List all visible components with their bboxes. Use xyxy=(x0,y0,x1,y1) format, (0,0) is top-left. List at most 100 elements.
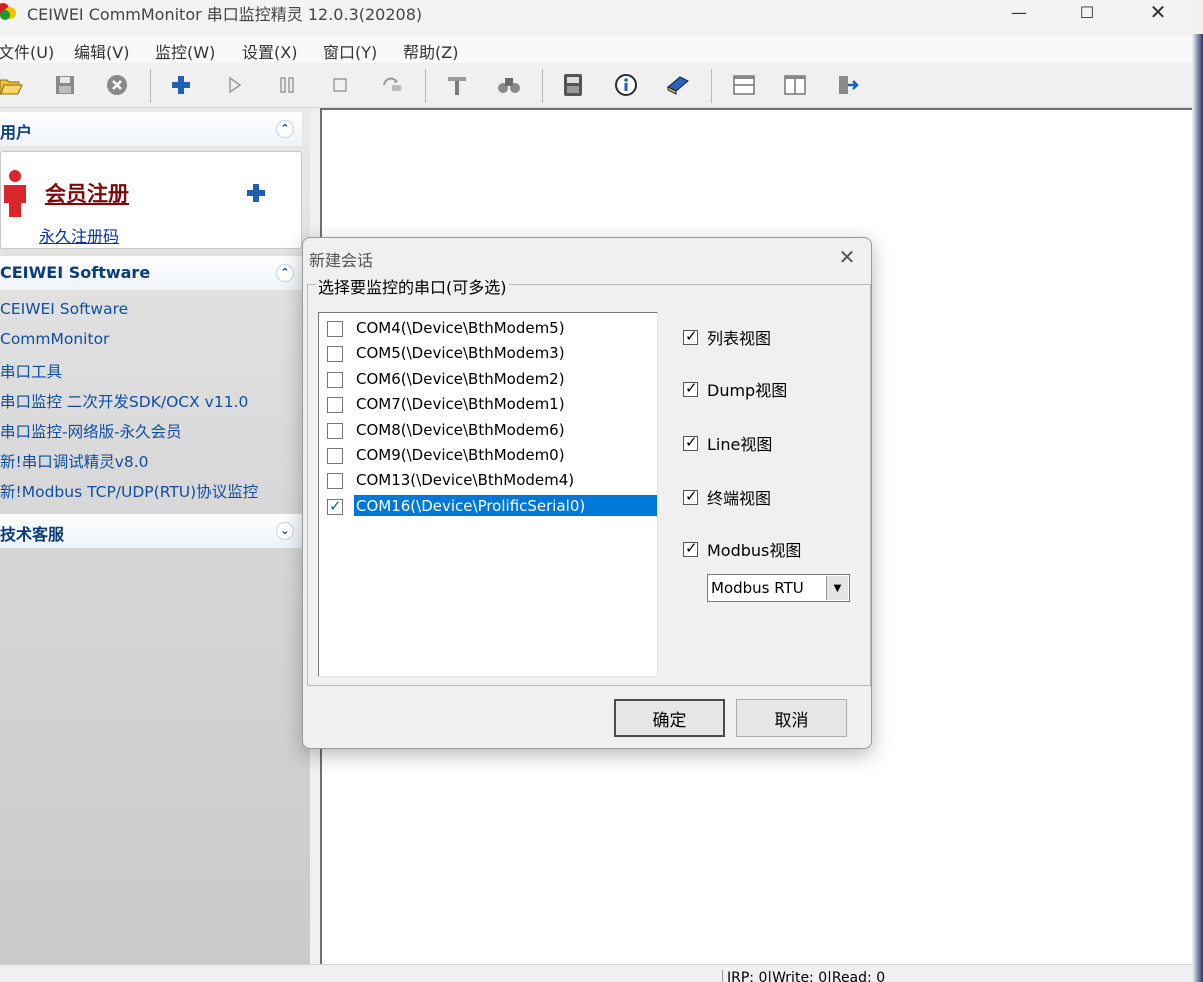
menu-file[interactable]: 文件(U) xyxy=(0,39,54,63)
menu-edit[interactable]: 编辑(V) xyxy=(74,39,129,63)
sidebar: 用户 ⌃ 会员注册 永久注册码 CEIWEI Software ⌃ CEIWEI… xyxy=(0,108,310,966)
port-checkbox[interactable] xyxy=(327,448,343,464)
port-checkbox[interactable] xyxy=(327,423,343,439)
view-label: 终端视图 xyxy=(707,489,772,508)
view-checkbox[interactable] xyxy=(683,487,698,505)
cancel-button[interactable]: 取消 xyxy=(736,699,847,737)
title-bar: CEIWEI CommMonitor 串口监控精灵 12.0.3(20208) … xyxy=(0,0,1192,34)
add-member-icon[interactable] xyxy=(245,182,267,204)
support-panel-header[interactable]: 技术客服 ⌄ xyxy=(0,514,302,548)
view-label: Dump视图 xyxy=(707,381,788,400)
port-label: COM4(\Device\BthModem5) xyxy=(356,319,565,337)
view-option-modbus[interactable]: Modbus视图 xyxy=(683,537,801,561)
collapse-up-icon[interactable]: ⌃ xyxy=(276,264,294,282)
close-window-button[interactable]: ✕ xyxy=(1135,0,1181,24)
software-panel-title: CEIWEI Software xyxy=(0,263,151,282)
sidebar-link-sdk[interactable]: 串口监控 二次开发SDK/OCX v11.0 xyxy=(0,390,248,412)
expand-down-icon[interactable]: ⌄ xyxy=(276,522,294,540)
port-item-selected[interactable]: COM16(\Device\ProlificSerial0) xyxy=(323,494,657,519)
view-checkbox[interactable] xyxy=(683,379,698,397)
calculator-icon[interactable] xyxy=(558,71,588,99)
port-item[interactable]: COM4(\Device\BthModem5) xyxy=(323,316,657,341)
view-checkbox[interactable] xyxy=(683,539,698,557)
menu-monitor[interactable]: 监控(W) xyxy=(155,39,215,63)
toolbar xyxy=(0,63,1192,108)
user-panel-title: 用户 xyxy=(0,123,33,142)
menu-help[interactable]: 帮助(Z) xyxy=(403,39,458,63)
port-item[interactable]: COM5(\Device\BthModem3) xyxy=(323,341,657,366)
view-checkbox[interactable] xyxy=(683,433,698,451)
collapse-up-icon[interactable]: ⌃ xyxy=(276,120,294,138)
sidebar-link-ceiwei-software[interactable]: CEIWEI Software xyxy=(0,300,128,318)
permanent-code-link[interactable]: 永久注册码 xyxy=(39,223,119,247)
menu-bar: 文件(U) 编辑(V) 监控(W) 设置(X) 窗口(Y) 帮助(Z) xyxy=(0,35,1192,63)
info-icon[interactable] xyxy=(611,71,641,99)
save-icon[interactable] xyxy=(50,71,80,99)
play-icon[interactable] xyxy=(220,71,250,99)
stop-icon[interactable] xyxy=(325,71,355,99)
ok-button[interactable]: 确定 xyxy=(614,699,725,737)
support-panel-title: 技术客服 xyxy=(0,525,65,544)
minimize-button[interactable]: — xyxy=(996,0,1042,24)
port-item[interactable]: COM13(\Device\BthModem4) xyxy=(323,468,657,493)
exit-icon[interactable] xyxy=(832,71,862,99)
open-folder-icon[interactable] xyxy=(0,71,26,99)
port-label: COM7(\Device\BthModem1) xyxy=(356,395,565,413)
split-vertical-icon[interactable] xyxy=(780,71,810,99)
port-item[interactable]: COM6(\Device\BthModem2) xyxy=(323,367,657,392)
port-item[interactable]: COM7(\Device\BthModem1) xyxy=(323,392,657,417)
port-checkbox[interactable] xyxy=(327,473,343,489)
window-title: CEIWEI CommMonitor 串口监控精灵 12.0.3(20208) xyxy=(27,5,423,24)
member-person-icon xyxy=(4,170,26,217)
port-checkbox[interactable] xyxy=(327,346,343,362)
menu-settings[interactable]: 设置(X) xyxy=(242,39,297,63)
sidebar-link-serial-debugger[interactable]: 新!串口调试精灵v8.0 xyxy=(0,450,149,472)
port-label: COM16(\Device\ProlificSerial0) xyxy=(354,495,657,516)
port-checkbox[interactable] xyxy=(327,321,343,337)
port-list[interactable]: COM4(\Device\BthModem5) COM5(\Device\Bth… xyxy=(318,312,658,677)
user-panel-body: 会员注册 永久注册码 xyxy=(0,151,302,249)
view-label: Line视图 xyxy=(707,435,773,454)
book-icon[interactable] xyxy=(663,71,693,99)
dropdown-arrow-icon[interactable]: ▼ xyxy=(826,576,848,600)
software-panel-header[interactable]: CEIWEI Software ⌃ xyxy=(0,256,302,290)
view-label: 列表视图 xyxy=(707,329,772,348)
port-checkbox[interactable] xyxy=(327,397,343,413)
sidebar-link-serial-tools[interactable]: 串口工具 xyxy=(0,360,62,382)
menu-window[interactable]: 窗口(Y) xyxy=(323,39,377,63)
group-label: 选择要监控的串口(可多选) xyxy=(316,274,509,298)
split-horizontal-icon[interactable] xyxy=(729,71,759,99)
sidebar-link-commmonitor[interactable]: CommMonitor xyxy=(0,330,109,348)
status-counters: IRP: 0|Write: 0|Read: 0 xyxy=(722,970,885,982)
app-logo-icon xyxy=(0,3,16,20)
port-label: COM5(\Device\BthModem3) xyxy=(356,344,565,362)
pause-icon[interactable] xyxy=(272,71,302,99)
port-selection-group: 选择要监控的串口(可多选) COM4(\Device\BthModem5) CO… xyxy=(307,274,871,686)
port-checkbox[interactable] xyxy=(327,372,343,388)
modbus-mode-value: Modbus RTU xyxy=(711,579,804,597)
member-register-link[interactable]: 会员注册 xyxy=(45,178,129,208)
sidebar-link-network-edition[interactable]: 串口监控-网络版-永久会员 xyxy=(0,420,182,442)
dialog-title: 新建会话 xyxy=(309,251,374,270)
view-option-dump[interactable]: Dump视图 xyxy=(683,377,787,401)
view-label: Modbus视图 xyxy=(707,541,802,560)
modbus-mode-select[interactable]: Modbus RTU ▼ xyxy=(707,574,850,602)
view-option-terminal[interactable]: 终端视图 xyxy=(683,485,771,509)
port-item[interactable]: COM8(\Device\BthModem6) xyxy=(323,418,657,443)
find-icon[interactable] xyxy=(494,71,524,99)
view-option-line[interactable]: Line视图 xyxy=(683,431,772,455)
dialog-close-icon[interactable]: ✕ xyxy=(833,244,861,270)
view-checkbox[interactable] xyxy=(683,327,698,345)
port-checkbox-checked[interactable] xyxy=(327,497,343,515)
maximize-button[interactable]: ☐ xyxy=(1064,0,1110,24)
port-label: COM8(\Device\BthModem6) xyxy=(356,421,565,439)
reconnect-icon[interactable] xyxy=(377,71,407,99)
port-item[interactable]: COM9(\Device\BthModem0) xyxy=(323,443,657,468)
view-option-list[interactable]: 列表视图 xyxy=(683,325,771,349)
sidebar-link-modbus-monitor[interactable]: 新!Modbus TCP/UDP(RTU)协议监控 xyxy=(0,480,258,502)
stop-circle-icon[interactable] xyxy=(102,71,132,99)
tools-icon[interactable] xyxy=(442,71,472,99)
user-panel-header[interactable]: 用户 ⌃ xyxy=(0,112,302,146)
add-icon[interactable] xyxy=(166,71,196,99)
port-label: COM6(\Device\BthModem2) xyxy=(356,370,565,388)
